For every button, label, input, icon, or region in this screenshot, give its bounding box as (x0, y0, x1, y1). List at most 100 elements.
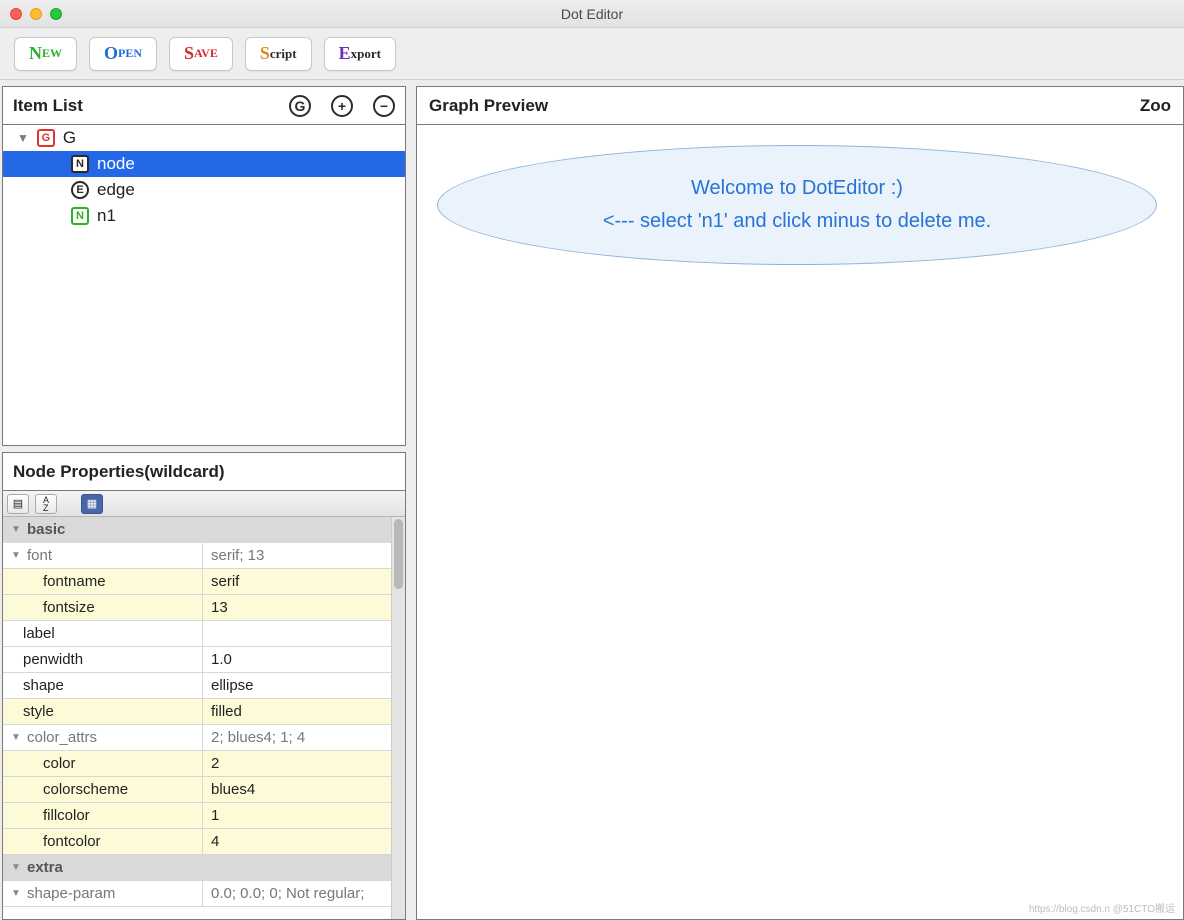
grid-view-button[interactable]: ▦ (81, 494, 103, 514)
category-view-button[interactable]: ▤ (7, 494, 29, 514)
alpha-sort-button[interactable]: AZ (35, 494, 57, 514)
properties-scroll-thumb[interactable] (394, 519, 403, 589)
watermark: https://blog.csdn.n @51CTO搬运 (1029, 900, 1175, 915)
property-value[interactable]: 1 (203, 803, 405, 828)
open-button-initial: O (104, 43, 118, 64)
property-value[interactable]: blues4 (203, 777, 405, 802)
property-row-shape[interactable]: shape ellipse (3, 673, 405, 699)
property-value[interactable]: serif; 13 (203, 543, 405, 568)
save-button-initial: S (184, 43, 194, 64)
property-row-color[interactable]: color 2 (3, 751, 405, 777)
tree-item-n1[interactable]: Nn1 (3, 203, 405, 229)
titlebar: Dot Editor (0, 0, 1184, 28)
property-key: shape-param (27, 885, 115, 902)
properties-grid[interactable]: ▼basic▼fontserif; 13fontnameseriffontsiz… (3, 517, 405, 919)
property-value[interactable]: 2 (203, 751, 405, 776)
property-value[interactable]: 0.0; 0.0; 0; Not regular; (203, 881, 405, 906)
property-key: font (27, 547, 52, 564)
graph-filter-button[interactable]: G (289, 95, 311, 117)
welcome-line-2: <--- select 'n1' and click minus to dele… (603, 210, 991, 233)
property-row-font[interactable]: ▼ font serif; 13 (3, 543, 405, 569)
new-button-initial: N (29, 43, 42, 64)
zoom-label: Zoo (1140, 96, 1171, 116)
property-value[interactable]: filled (203, 699, 405, 724)
property-row-style[interactable]: style filled (3, 699, 405, 725)
welcome-line-1: Welcome to DotEditor :) (691, 177, 903, 200)
preview-panel: Graph Preview Zoo Welcome to DotEditor :… (416, 86, 1184, 920)
property-row-color_attrs[interactable]: ▼ color_attrs 2; blues4; 1; 4 (3, 725, 405, 751)
property-row-extra[interactable]: ▼ extra (3, 855, 405, 881)
node-badge-icon: N (71, 155, 89, 173)
disclosure-triangle-icon[interactable]: ▼ (11, 524, 21, 535)
property-value[interactable]: 1.0 (203, 647, 405, 672)
window-title: Dot Editor (0, 6, 1184, 22)
disclosure-triangle-icon[interactable]: ▼ (11, 862, 21, 873)
disclosure-triangle-icon[interactable]: ▼ (11, 888, 21, 899)
open-button[interactable]: OPEN (89, 37, 157, 71)
property-key: extra (27, 859, 63, 876)
property-row-colorscheme[interactable]: colorscheme blues4 (3, 777, 405, 803)
item-list-title: Item List (13, 96, 83, 116)
property-key: fillcolor (43, 807, 90, 824)
properties-panel: Node Properties(wildcard) ▤ AZ ▦ ▼basic▼… (2, 452, 406, 920)
property-key: shape (23, 677, 64, 694)
node-badge-icon: N (71, 207, 89, 225)
item-list-panel: Item List G + − ▼GGNnodeEedgeNn1 (2, 86, 406, 446)
property-row-fontname[interactable]: fontname serif (3, 569, 405, 595)
export-button[interactable]: Export (324, 37, 396, 71)
disclosure-triangle-icon[interactable]: ▼ (17, 131, 29, 145)
property-value[interactable]: serif (203, 569, 405, 594)
new-button-rest: EW (42, 46, 62, 61)
property-key: label (23, 625, 55, 642)
properties-toolbar: ▤ AZ ▦ (3, 491, 405, 517)
property-row-label[interactable]: label (3, 621, 405, 647)
preview-title: Graph Preview (429, 96, 548, 116)
property-key: color_attrs (27, 729, 97, 746)
property-key: fontname (43, 573, 106, 590)
script-button-initial: S (260, 43, 270, 64)
item-tree[interactable]: ▼GGNnodeEedgeNn1 (3, 125, 405, 229)
property-row-fontcolor[interactable]: fontcolor 4 (3, 829, 405, 855)
properties-scrollbar[interactable] (391, 517, 405, 919)
property-value[interactable]: 4 (203, 829, 405, 854)
new-button[interactable]: NEW (14, 37, 77, 71)
property-row-penwidth[interactable]: penwidth 1.0 (3, 647, 405, 673)
property-key: color (43, 755, 76, 772)
property-row-basic[interactable]: ▼basic (3, 517, 405, 543)
property-value[interactable]: ellipse (203, 673, 405, 698)
tree-item-G[interactable]: ▼ GG (3, 125, 405, 151)
welcome-bubble: Welcome to DotEditor :) <--- select 'n1'… (437, 145, 1157, 265)
graph-badge-icon: G (37, 129, 55, 147)
open-button-rest: PEN (118, 46, 142, 61)
property-value[interactable]: 2; blues4; 1; 4 (203, 725, 405, 750)
add-item-button[interactable]: + (331, 95, 353, 117)
export-button-rest: xport (351, 46, 381, 62)
preview-canvas[interactable]: Welcome to DotEditor :) <--- select 'n1'… (417, 125, 1183, 919)
disclosure-triangle-icon[interactable]: ▼ (11, 732, 21, 743)
export-button-initial: E (339, 43, 351, 64)
save-button[interactable]: SAVE (169, 37, 233, 71)
property-key: fontcolor (43, 833, 101, 850)
tree-item-edge[interactable]: Eedge (3, 177, 405, 203)
property-key: fontsize (43, 599, 95, 616)
save-button-rest: AVE (194, 46, 218, 61)
property-row-fillcolor[interactable]: fillcolor 1 (3, 803, 405, 829)
preview-header: Graph Preview Zoo (417, 87, 1183, 125)
disclosure-triangle-icon[interactable]: ▼ (11, 550, 21, 561)
script-button[interactable]: Script (245, 37, 312, 71)
property-key: style (23, 703, 54, 720)
tree-item-node[interactable]: Nnode (3, 151, 405, 177)
property-row-shape-param[interactable]: ▼ shape-param 0.0; 0.0; 0; Not regular; (3, 881, 405, 907)
remove-item-button[interactable]: − (373, 95, 395, 117)
toolbar: NEW OPEN SAVE Script Export (0, 28, 1184, 80)
properties-header: Node Properties(wildcard) (3, 453, 405, 491)
property-value[interactable] (203, 621, 405, 646)
tree-item-label: node (97, 154, 135, 174)
property-key: colorscheme (43, 781, 128, 798)
property-value[interactable]: 13 (203, 595, 405, 620)
property-key: penwidth (23, 651, 83, 668)
script-button-rest: cript (270, 46, 297, 62)
tree-item-label: edge (97, 180, 135, 200)
property-row-fontsize[interactable]: fontsize 13 (3, 595, 405, 621)
tree-item-label: G (63, 128, 76, 148)
